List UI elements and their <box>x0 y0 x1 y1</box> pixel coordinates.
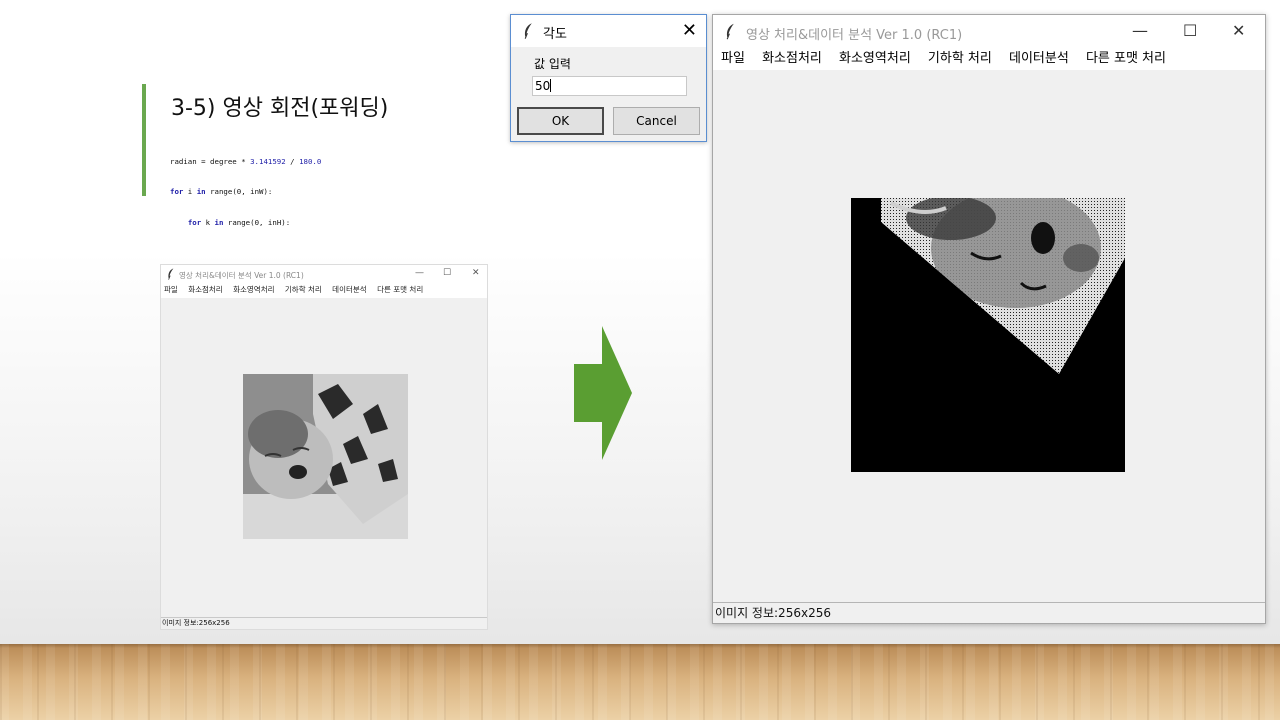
feather-icon <box>168 268 174 280</box>
dialog-close-button[interactable]: ✕ <box>682 20 697 41</box>
title-accent-bar <box>142 84 146 196</box>
code-line: for k in range(0, inH): <box>187 218 291 228</box>
angle-input-value: 50 <box>535 79 551 93</box>
window-titlebar[interactable]: 영상 처리&데이터 분석 Ver 1.0 (RC1) — ☐ ✕ <box>713 15 1265 48</box>
small-menu-pixel-area: 화소영역처리 <box>233 285 275 294</box>
maximize-icon: ☐ <box>443 268 452 278</box>
minimize-icon: — <box>415 268 424 278</box>
status-bar: 이미지 정보:256x256 <box>713 602 1265 623</box>
small-status-bar: 이미지 정보:256x256 <box>161 617 487 629</box>
code-snippet: radian = degree * 3.141592 / 180.0 for i… <box>170 136 475 232</box>
small-menu-data-analysis: 데이터분석 <box>332 285 367 294</box>
baby-photo-drawing <box>243 374 408 539</box>
feather-icon <box>524 23 532 39</box>
menu-pixel-area[interactable]: 화소영역처리 <box>839 51 911 66</box>
rotated-image-canvas <box>851 198 1125 472</box>
original-app-window-screenshot: 영상 처리&데이터 분석 Ver 1.0 (RC1) — ☐ ✕ 파일 화소점처… <box>160 264 488 630</box>
angle-input-field[interactable]: 50 <box>532 76 687 96</box>
angle-input-dialog: 각도 ✕ 값 입력 50 OK Cancel <box>510 14 707 142</box>
code-line: for i in range(0, inW): <box>170 187 273 197</box>
minimize-button[interactable]: — <box>1132 21 1148 40</box>
menu-pixel-point[interactable]: 화소점처리 <box>762 51 822 66</box>
small-menu-file: 파일 <box>164 285 178 294</box>
small-menu-bar: 파일 화소점처리 화소영역처리 기하학 처리 데이터분석 다른 포맷 처리 <box>161 284 487 298</box>
slide-title: 3-5) 영상 회전(포워딩) <box>171 96 389 121</box>
close-icon: ✕ <box>472 268 480 278</box>
text-cursor <box>550 79 552 92</box>
menu-geometry[interactable]: 기하학 처리 <box>928 51 992 66</box>
small-menu-other-format: 다른 포맷 처리 <box>377 285 424 294</box>
close-button[interactable]: ✕ <box>1232 21 1245 40</box>
maximize-button[interactable]: ☐ <box>1183 21 1197 40</box>
menu-data-analysis[interactable]: 데이터분석 <box>1009 51 1069 66</box>
cancel-button[interactable]: Cancel <box>613 107 700 135</box>
menu-bar: 파일 화소점처리 화소영역처리 기하학 처리 데이터분석 다른 포맷 처리 <box>713 48 1265 70</box>
original-baby-photo <box>243 374 408 539</box>
right-arrow-icon <box>574 326 632 460</box>
small-menu-geometry: 기하학 처리 <box>284 285 322 294</box>
menu-file[interactable]: 파일 <box>721 51 745 66</box>
wooden-floor-background <box>0 644 1280 720</box>
small-menu-pixel-point: 화소점처리 <box>188 285 223 294</box>
menu-other-format[interactable]: 다른 포맷 처리 <box>1086 51 1166 66</box>
small-titlebar: 영상 처리&데이터 분석 Ver 1.0 (RC1) — ☐ ✕ <box>161 265 487 284</box>
rotated-photo-drawing <box>851 198 1125 472</box>
code-line: radian = degree * 3.141592 / 180.0 <box>170 156 322 166</box>
dialog-titlebar[interactable]: 각도 ✕ <box>511 15 706 47</box>
small-window-title: 영상 처리&데이터 분석 Ver 1.0 (RC1) <box>179 271 304 280</box>
value-input-label: 값 입력 <box>534 57 571 71</box>
dialog-title: 각도 <box>543 27 567 42</box>
window-title: 영상 처리&데이터 분석 Ver 1.0 (RC1) <box>746 28 963 43</box>
app-window: 영상 처리&데이터 분석 Ver 1.0 (RC1) — ☐ ✕ 파일 화소점처… <box>712 14 1266 624</box>
feather-icon <box>726 23 734 40</box>
ok-button[interactable]: OK <box>517 107 604 135</box>
